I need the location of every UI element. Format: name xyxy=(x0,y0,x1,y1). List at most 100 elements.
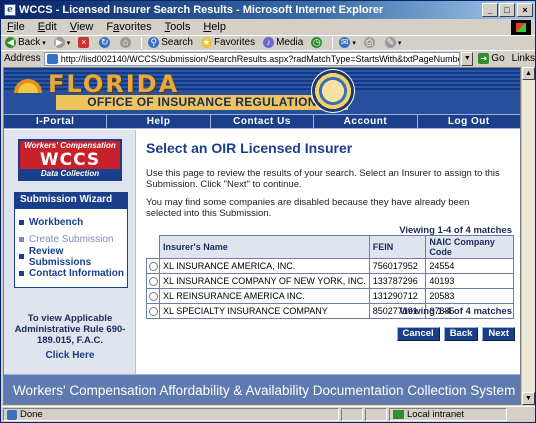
favorites-button[interactable]: ★ Favorites xyxy=(200,37,255,48)
nav-help[interactable]: Help xyxy=(107,115,211,128)
go-label: Go xyxy=(491,53,505,64)
radio-button[interactable] xyxy=(148,292,158,302)
menu-bar: File Edit View Favorites Tools Help xyxy=(1,19,535,35)
wizard-item-contact-information[interactable]: Contact Information xyxy=(15,265,127,282)
media-icon: ♪ xyxy=(263,37,275,48)
radio-button[interactable] xyxy=(148,307,158,317)
favorites-star-icon: ★ xyxy=(200,37,212,48)
wizard-item-label: Contact Information xyxy=(29,268,124,279)
nav-i-portal[interactable]: I-Portal xyxy=(4,115,108,128)
wizard-item-review-submissions[interactable]: Review Submissions xyxy=(15,246,127,268)
table-header-row: Insurer's Name FEIN NAIC Company Code xyxy=(145,235,514,259)
wizard-menu: Workbench Create Submission Review Submi… xyxy=(14,208,128,288)
logo-bottom-text: Data Collection xyxy=(20,169,120,179)
menu-edit[interactable]: Edit xyxy=(38,21,57,33)
table-row[interactable]: XL INSURANCE COMPANY OF NEW YORK, INC. 1… xyxy=(145,273,514,289)
back-page-button[interactable]: Back xyxy=(443,327,479,341)
results-count-bottom: Viewing 1-4 of 4 matches xyxy=(399,306,512,317)
history-button[interactable]: ◷ xyxy=(311,37,324,48)
header-insurer-name: Insurer's Name xyxy=(159,235,370,259)
cell-insurer-name: XL SPECIALTY INSURANCE COMPANY xyxy=(159,303,370,319)
vertical-scrollbar[interactable]: ▲ ▼ xyxy=(521,67,535,405)
menu-view[interactable]: View xyxy=(70,21,94,33)
print-button[interactable]: ⎙ xyxy=(363,37,377,48)
stop-button[interactable]: × xyxy=(78,37,91,48)
bullet-icon xyxy=(19,220,24,225)
back-arrow-icon: ◀ xyxy=(5,37,16,48)
radio-button[interactable] xyxy=(148,262,158,272)
go-button[interactable]: ➔ Go xyxy=(478,53,505,64)
menu-favorites[interactable]: Favorites xyxy=(106,21,151,33)
mail-button[interactable]: ✉ ▾ xyxy=(339,37,356,48)
forward-arrow-icon: ▶ xyxy=(53,37,65,48)
intro-text: Use this page to review the results of y… xyxy=(146,168,500,190)
home-icon: ⌂ xyxy=(120,37,132,48)
main-content: Select an OIR Licensed Insurer Use this … xyxy=(142,130,520,374)
refresh-button[interactable]: ↻ xyxy=(99,37,112,48)
title-bar[interactable]: e WCCS - Licensed Insurer Search Results… xyxy=(1,1,535,19)
minimize-button[interactable]: _ xyxy=(482,3,498,17)
menu-tools[interactable]: Tools xyxy=(165,21,191,33)
row-select[interactable] xyxy=(145,303,161,319)
close-button[interactable]: × xyxy=(517,3,533,17)
row-select[interactable] xyxy=(145,288,161,304)
maximize-button[interactable]: □ xyxy=(499,3,515,17)
cell-insurer-name: XL INSURANCE COMPANY OF NEW YORK, INC. xyxy=(159,273,370,289)
history-icon: ◷ xyxy=(311,37,323,48)
page-footer: Workers' Compensation Affordability & Av… xyxy=(4,374,520,404)
cell-fein: 131290712 xyxy=(368,288,427,304)
refresh-icon: ↻ xyxy=(99,37,111,48)
address-dropdown-button[interactable]: ▼ xyxy=(461,51,474,66)
sunrise-logo-icon xyxy=(9,71,47,93)
scroll-up-button[interactable]: ▲ xyxy=(522,67,535,80)
cancel-button[interactable]: Cancel xyxy=(396,327,440,341)
media-label: Media xyxy=(276,37,304,48)
cell-fein: 133787296 xyxy=(368,273,427,289)
edit-button[interactable]: ✎ ▾ xyxy=(384,37,402,48)
banner-office: OFFICE OF INSURANCE REGULATION xyxy=(56,95,348,110)
media-button[interactable]: ♪ Media xyxy=(263,37,303,48)
click-here-link[interactable]: Click Here xyxy=(8,350,132,361)
row-select[interactable] xyxy=(145,258,161,274)
oir-banner: FLORIDA OFFICE OF INSURANCE REGULATION xyxy=(4,68,520,114)
cell-naic: 40193 xyxy=(425,273,514,289)
status-zone: Local intranet xyxy=(389,408,507,421)
header-fein: FEIN xyxy=(368,235,427,259)
nav-contact-us[interactable]: Contact Us xyxy=(211,115,315,128)
cell-insurer-name: XL REINSURANCE AMERICA INC. xyxy=(159,288,370,304)
search-button[interactable]: ⚲ Search xyxy=(148,37,193,48)
wizard-item-workbench[interactable]: Workbench xyxy=(15,214,127,231)
menu-help[interactable]: Help xyxy=(203,21,226,33)
nav-log-out[interactable]: Log Out xyxy=(418,115,520,128)
forward-dropdown-icon[interactable]: ▾ xyxy=(67,39,71,47)
edit-dropdown-icon[interactable]: ▾ xyxy=(398,39,402,47)
disabled-note: You may find some companies are disabled… xyxy=(146,197,470,219)
menu-file[interactable]: File xyxy=(7,21,25,33)
home-button[interactable]: ⌂ xyxy=(120,37,133,48)
sidebar: Workers' Compensation WCCS Data Collecti… xyxy=(4,130,136,374)
ie-app-icon: e xyxy=(4,4,16,16)
logo-main-text: WCCS xyxy=(20,151,120,169)
intranet-icon xyxy=(393,410,404,419)
status-pane xyxy=(365,408,387,421)
mail-dropdown-icon[interactable]: ▾ xyxy=(352,39,356,47)
address-label: Address xyxy=(4,53,41,64)
next-button[interactable]: Next xyxy=(482,327,515,341)
radio-button[interactable] xyxy=(148,277,158,287)
edit-icon: ✎ xyxy=(384,37,396,48)
address-input[interactable]: http://lisd002140/WCCS/Submission/Search… xyxy=(43,51,461,66)
row-select[interactable] xyxy=(145,273,161,289)
page-done-icon xyxy=(7,409,17,420)
address-bar: Address http://lisd002140/WCCS/Submissio… xyxy=(1,50,535,66)
table-row[interactable]: XL INSURANCE AMERICA, INC. 756017952 245… xyxy=(145,258,514,274)
back-dropdown-icon[interactable]: ▾ xyxy=(42,39,46,47)
back-button[interactable]: ◀ Back ▾ xyxy=(5,37,46,48)
table-row[interactable]: XL REINSURANCE AMERICA INC. 131290712 20… xyxy=(145,288,514,304)
page-icon xyxy=(46,53,58,64)
stop-icon: × xyxy=(78,37,90,48)
links-button[interactable]: Links xyxy=(512,53,535,64)
wccs-logo: Workers' Compensation WCCS Data Collecti… xyxy=(18,139,122,181)
nav-account[interactable]: Account xyxy=(314,115,418,128)
scroll-down-button[interactable]: ▼ xyxy=(522,392,535,405)
forward-button[interactable]: ▶ ▾ xyxy=(53,37,71,48)
